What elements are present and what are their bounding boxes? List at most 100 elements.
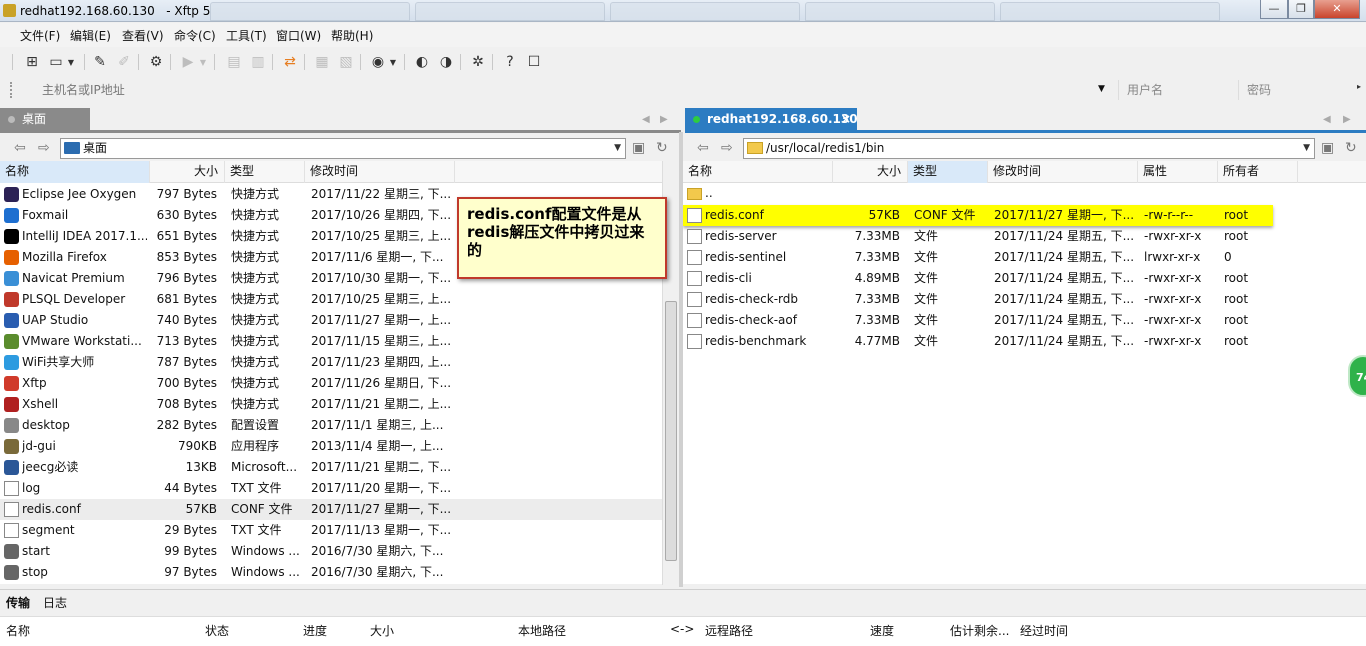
open-dropdown-icon[interactable]: ▼ — [66, 52, 76, 72]
col-transfer-local-path[interactable]: 本地路径 — [518, 622, 566, 639]
username-input[interactable]: 用户名 — [1118, 80, 1234, 100]
menu-window[interactable]: 窗口(W) — [276, 27, 321, 44]
help-icon[interactable]: ? — [500, 52, 520, 72]
list-item[interactable]: redis.conf 57KB CONF 文件 2017/11/27 星期一, 下..… — [683, 205, 1273, 226]
forward-arrow-icon[interactable]: ⇨ — [721, 140, 733, 156]
menu-file[interactable]: 文件(F) — [20, 27, 60, 44]
tab-remote-session[interactable]: redhat192.168.60.130 × — [685, 108, 858, 132]
col-transfer-speed[interactable]: 速度 — [870, 622, 894, 639]
tab-next-icon[interactable]: ▶ — [660, 114, 668, 125]
list-item[interactable]: jeecg必读 13KB Microsoft... 2017/11/21 星期二, 下… — [0, 457, 662, 478]
tab-prev-icon[interactable]: ◀ — [1323, 114, 1331, 125]
paste-icon[interactable]: ▥ — [248, 52, 268, 72]
col-type[interactable]: 类型 — [908, 161, 988, 183]
floating-speed-badge[interactable]: 74 — [1348, 355, 1366, 397]
list-item[interactable]: start 99 Bytes Windows ... 2016/7/30 星期六, 下… — [0, 541, 662, 562]
menu-edit[interactable]: 编辑(E) — [70, 27, 111, 44]
transfer-icon[interactable]: ▶ — [178, 52, 198, 72]
list-item[interactable]: redis-cli 4.89MB 文件 2017/11/24 星期五, 下... -rw… — [683, 268, 1366, 289]
list-item[interactable]: redis-sentinel 7.33MB 文件 2017/11/24 星期五, 下.… — [683, 247, 1366, 268]
list-item[interactable]: redis-check-rdb 7.33MB 文件 2017/11/24 星期五, 下… — [683, 289, 1366, 310]
list-item[interactable]: redis-check-aof 7.33MB 文件 2017/11/24 星期五, 下… — [683, 310, 1366, 331]
tab-prev-icon[interactable]: ◀ — [642, 114, 650, 125]
col-transfer-elapsed[interactable]: 经过时间 — [1020, 622, 1068, 639]
settings-gear-icon[interactable]: ✲ — [468, 52, 488, 72]
minimize-button[interactable]: — — [1260, 0, 1288, 19]
list-item[interactable]: log 44 Bytes TXT 文件 2017/11/20 星期一, 下... — [0, 478, 662, 499]
path-dropdown-icon[interactable]: ▼ — [614, 139, 621, 158]
list-item[interactable]: redis-benchmark 4.77MB 文件 2017/11/24 星期五, 下… — [683, 331, 1366, 352]
xshell-icon[interactable]: ◐ — [412, 52, 432, 72]
folder-up-icon[interactable]: ▣ — [632, 140, 645, 156]
back-arrow-icon[interactable]: ⇦ — [14, 140, 26, 156]
col-transfer-status[interactable]: 状态 — [205, 622, 229, 639]
host-input[interactable]: 主机名或IP地址 — [22, 80, 1114, 100]
col-name[interactable]: 名称 — [683, 161, 833, 183]
globe-dropdown-icon[interactable]: ▼ — [388, 52, 398, 72]
transfer-dropdown-icon[interactable]: ▼ — [198, 52, 208, 72]
list-item[interactable]: redis-server 7.33MB 文件 2017/11/24 星期五, 下...… — [683, 226, 1366, 247]
properties-icon[interactable]: ⚙ — [146, 52, 166, 72]
col-type[interactable]: 类型 — [225, 161, 305, 183]
list-item[interactable]: Xshell 708 Bytes 快捷方式 2017/11/21 星期二, 上... — [0, 394, 662, 415]
open-folder-icon[interactable]: ▭ — [46, 52, 66, 72]
sync-icon[interactable]: ⇄ — [280, 52, 300, 72]
list-item[interactable]: stop 97 Bytes Windows ... 2016/7/30 星期六, 下.… — [0, 562, 662, 583]
col-transfer-remote-path[interactable]: 远程路径 — [705, 622, 753, 639]
list-item[interactable]: desktop 282 Bytes 配置设置 2017/11/1 星期三, 上... — [0, 415, 662, 436]
xftp-icon[interactable]: ◑ — [436, 52, 456, 72]
col-size[interactable]: 大小 — [150, 161, 225, 183]
list-item[interactable]: PLSQL Developer 681 Bytes 快捷方式 2017/10/25 星… — [0, 289, 662, 310]
refresh-icon[interactable]: ↻ — [656, 140, 668, 156]
refresh-icon[interactable]: ↻ — [1345, 140, 1357, 156]
menu-command[interactable]: 命令(C) — [174, 27, 216, 44]
queue-icon[interactable]: ▧ — [336, 52, 356, 72]
list-item[interactable]: redis.conf 57KB CONF 文件 2017/11/27 星期一, 下..… — [0, 499, 662, 520]
path-dropdown-icon[interactable]: ▼ — [1303, 139, 1310, 158]
remote-path-input[interactable]: /usr/local/redis1/bin ▼ — [743, 138, 1315, 159]
new-session-icon[interactable]: ⊞ — [22, 52, 42, 72]
list-item[interactable]: segment 29 Bytes TXT 文件 2017/11/13 星期一, 下..… — [0, 520, 662, 541]
col-transfer-name[interactable]: 名称 — [6, 622, 30, 639]
host-dropdown-icon[interactable]: ▼ — [1098, 84, 1105, 94]
tab-close-icon[interactable]: × — [841, 108, 851, 130]
col-mtime[interactable]: 修改时间 — [988, 161, 1138, 183]
menu-help[interactable]: 帮助(H) — [331, 27, 373, 44]
chat-icon[interactable]: ☐ — [524, 52, 544, 72]
col-name[interactable]: 名称 — [0, 161, 150, 183]
col-transfer-eta[interactable]: 估计剩余... — [950, 622, 1009, 639]
copy-icon[interactable]: ▤ — [224, 52, 244, 72]
col-mtime[interactable]: 修改时间 — [305, 161, 455, 183]
list-item[interactable]: WiFi共享大师 787 Bytes 快捷方式 2017/11/23 星期四, 上..… — [0, 352, 662, 373]
col-transfer-size[interactable]: 大小 — [370, 622, 394, 639]
password-input[interactable]: 密码 — [1238, 80, 1354, 100]
maximize-button[interactable]: ❐ — [1288, 0, 1314, 19]
back-arrow-icon[interactable]: ⇦ — [697, 140, 709, 156]
local-path-input[interactable]: 桌面 ▼ — [60, 138, 626, 159]
list-item[interactable]: jd-gui 790KB 应用程序 2013/11/4 星期一, 上... — [0, 436, 662, 457]
list-item[interactable]: Xftp 700 Bytes 快捷方式 2017/11/26 星期日, 下... — [0, 373, 662, 394]
tab-next-icon[interactable]: ▶ — [1343, 114, 1351, 125]
address-more-icon[interactable]: ▸ — [1357, 82, 1361, 91]
col-size[interactable]: 大小 — [833, 161, 908, 183]
tab-transfer[interactable]: 传输 — [6, 594, 30, 611]
list-item-parent[interactable]: .. — [683, 183, 1366, 204]
disconnect-icon[interactable]: ✐ — [114, 52, 134, 72]
col-transfer-direction[interactable]: <-> — [670, 622, 694, 636]
col-owner[interactable]: 所有者 — [1218, 161, 1298, 183]
menu-view[interactable]: 查看(V) — [122, 27, 164, 44]
menu-tools[interactable]: 工具(T) — [226, 27, 267, 44]
folder-up-icon[interactable]: ▣ — [1321, 140, 1334, 156]
list-item[interactable]: VMware Workstati... 713 Bytes 快捷方式 2017/11/… — [0, 331, 662, 352]
col-transfer-progress[interactable]: 进度 — [303, 622, 327, 639]
connect-icon[interactable]: ✎ — [90, 52, 110, 72]
globe-icon[interactable]: ◉ — [368, 52, 388, 72]
tab-log[interactable]: 日志 — [43, 594, 67, 611]
tab-local-desktop[interactable]: 桌面 — [0, 108, 90, 132]
close-button[interactable]: ✕ — [1314, 0, 1360, 19]
compare-icon[interactable]: ▦ — [312, 52, 332, 72]
list-item[interactable]: UAP Studio 740 Bytes 快捷方式 2017/11/27 星期一, 上… — [0, 310, 662, 331]
forward-arrow-icon[interactable]: ⇨ — [38, 140, 50, 156]
col-attr[interactable]: 属性 — [1138, 161, 1218, 183]
scrollbar-thumb[interactable] — [665, 301, 677, 561]
